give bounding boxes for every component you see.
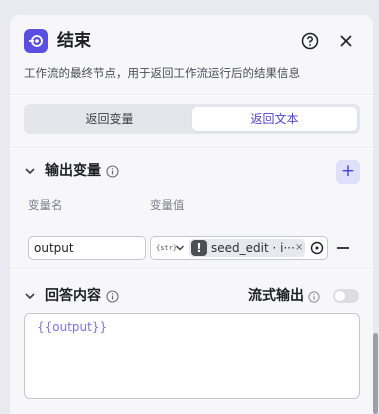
stream-info-icon[interactable] [308, 291, 320, 303]
stream-output-label: 流式输出 [248, 288, 304, 304]
mode-tabs: 返回变量 返回文本 [24, 104, 360, 134]
close-icon[interactable] [337, 32, 355, 50]
remove-reference-icon[interactable]: × [295, 240, 303, 256]
output-section-title: 输出变量 [45, 163, 101, 179]
panel-header: 结束 工作流的最终节点，用于返回工作流运行后的结果信息 [10, 15, 373, 95]
answer-content-editor[interactable]: {{output}} [24, 313, 360, 399]
remove-variable-icon[interactable] [337, 247, 349, 249]
target-icon[interactable] [310, 241, 324, 255]
tabs-section: 返回变量 返回文本 [10, 96, 373, 148]
answer-section-title: 回答内容 [45, 288, 101, 304]
tab-return-variables[interactable]: 返回变量 [27, 107, 192, 131]
variable-value-field[interactable]: {str} ! seed_edit · i··· × [150, 236, 328, 260]
reference-label: seed_edit · i··· [211, 241, 295, 255]
column-header-name: 变量名 [28, 198, 63, 212]
info-icon[interactable] [106, 165, 119, 178]
add-variable-button[interactable]: + [336, 160, 360, 184]
tab-return-text[interactable]: 返回文本 [192, 107, 357, 131]
answer-content-text: {{output}} [37, 320, 108, 334]
end-node-panel: 结束 工作流的最终节点，用于返回工作流运行后的结果信息 返回变量 返回文本 输出… [10, 15, 373, 414]
scrollbar-thumb[interactable] [373, 333, 378, 414]
collapse-chevron-icon[interactable] [24, 290, 36, 302]
help-icon[interactable] [301, 32, 319, 50]
panel-description: 工作流的最终节点，用于返回工作流运行后的结果信息 [24, 66, 300, 80]
end-node-icon [24, 29, 48, 53]
collapse-chevron-icon[interactable] [24, 165, 36, 177]
type-chevron-down-icon[interactable] [175, 243, 185, 253]
variable-name-input[interactable]: output [28, 236, 146, 260]
panel-title: 结束 [57, 31, 91, 51]
toggle-knob [335, 291, 345, 301]
stream-output-toggle[interactable] [333, 289, 359, 303]
variable-reference-tag[interactable]: ! seed_edit · i··· × [189, 239, 305, 257]
info-icon[interactable] [106, 290, 119, 303]
answer-content-section: 回答内容 流式输出 {{output}} [10, 270, 373, 414]
output-variables-section: 输出变量 + 变量名 变量值 output {str} ! seed_edit … [10, 149, 373, 269]
string-type-icon[interactable]: {str} [156, 243, 177, 253]
warning-icon: ! [191, 240, 207, 256]
column-header-value: 变量值 [150, 198, 185, 212]
